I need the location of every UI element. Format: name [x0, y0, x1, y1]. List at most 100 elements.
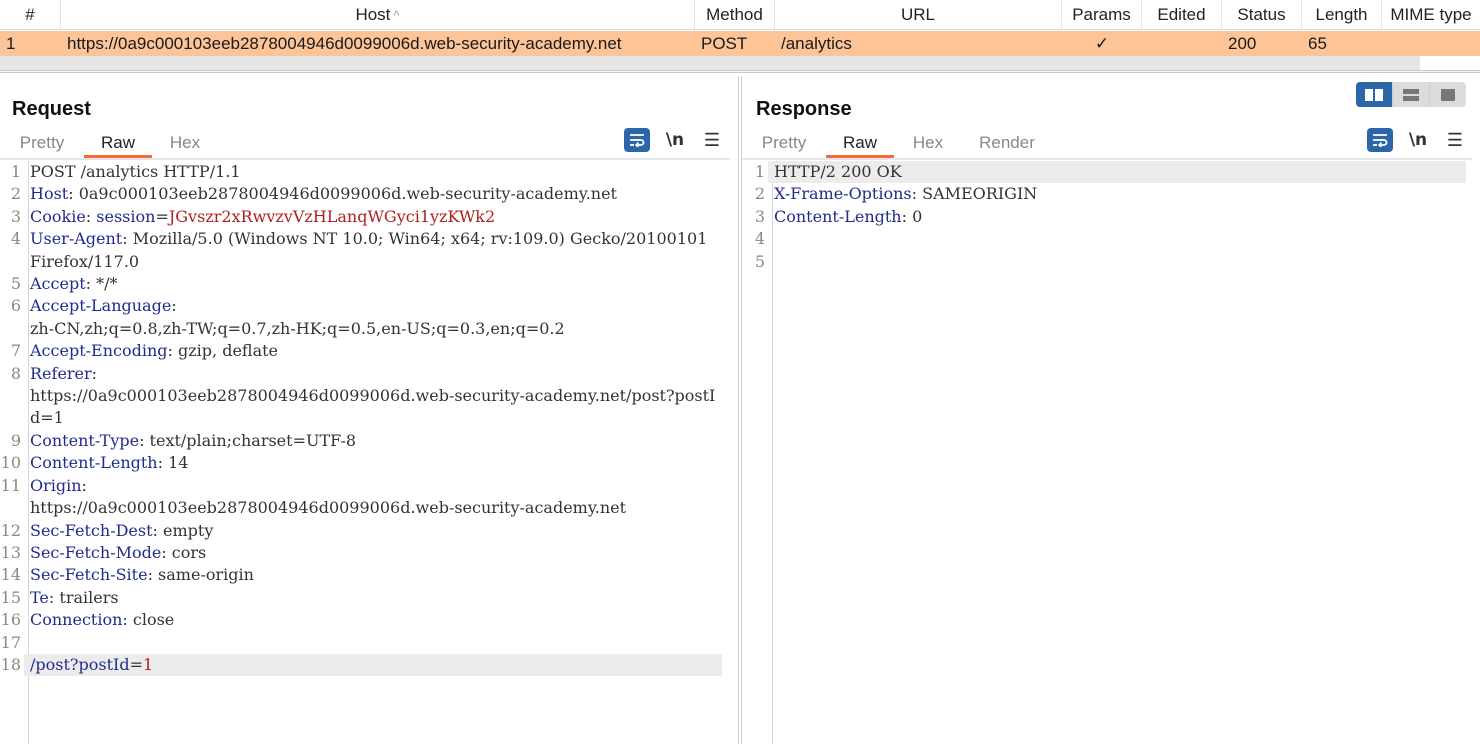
hamburger-menu-icon[interactable]: ☰ [1443, 130, 1467, 151]
line-number: 2 [10, 184, 21, 204]
split-pane-divider[interactable] [0, 70, 1480, 73]
code-line[interactable]: 3 Content-Length: 0 [742, 206, 1472, 228]
tab-hex[interactable]: Hex [152, 130, 218, 158]
header-name: Cookie [30, 206, 86, 226]
line-number: 7 [10, 341, 21, 361]
column-header-url[interactable]: URL [775, 0, 1062, 30]
header-value: : 0 [901, 206, 923, 226]
header-value: : empty [152, 520, 214, 540]
column-header-method[interactable]: Method [695, 0, 775, 30]
horizontal-scrollbar[interactable] [0, 56, 1420, 70]
header-name: X-Frame-Options [774, 184, 912, 204]
header-value: : same-origin [147, 565, 254, 585]
response-editor-tools: \n ☰ [1367, 128, 1467, 152]
code-line[interactable]: 13 Sec-Fetch-Mode: cors [0, 542, 730, 564]
code-line[interactable]: 12 Sec-Fetch-Dest: empty [0, 520, 730, 542]
header-name: Sec-Fetch-Site [30, 565, 148, 585]
http-history-table: # Host ^ Method URL Params Edited Status … [0, 0, 1480, 73]
code-line[interactable]: 4 User-Agent: Mozilla/5.0 (Windows NT 10.… [0, 228, 730, 273]
cell-host: https://0a9c000103eeb2878004946d0099006d… [67, 34, 622, 53]
line-number: 9 [10, 430, 21, 450]
word-wrap-button[interactable] [1367, 128, 1393, 152]
response-title: Response [756, 98, 852, 120]
code-line[interactable]: 6 Accept-Language: zh-CN,zh;q=0.8,zh-TW;q… [0, 295, 730, 340]
line-content: /post?postId=1 [24, 653, 722, 677]
code-line[interactable]: 14 Sec-Fetch-Site: same-origin [0, 564, 730, 586]
tab-raw[interactable]: Raw [84, 130, 152, 158]
line-content: Referer: https://0a9c000103eeb2878004946… [24, 363, 722, 430]
header-name: Te [30, 587, 49, 607]
header-value: JGvszr2xRwvzvVzHLanqWGyci1yzKWk2 [168, 206, 496, 226]
line-number: 2 [754, 184, 765, 204]
code-line[interactable]: 1 HTTP/2 200 OK [742, 161, 1472, 184]
code-line[interactable]: 8 Referer: https://0a9c000103eeb287800494… [0, 363, 730, 430]
code-line[interactable]: 16 Connection: close [0, 609, 730, 631]
code-line[interactable]: 4 [742, 228, 1472, 250]
line-content: Sec-Fetch-Dest: empty [24, 520, 722, 542]
cell-url: /analytics [781, 34, 852, 53]
code-line[interactable]: 7 Accept-Encoding: gzip, deflate [0, 340, 730, 362]
header-name: Content-Type [30, 430, 140, 450]
code-line[interactable]: 18/post?postId=1 [0, 653, 730, 677]
line-number: 11 [0, 475, 21, 495]
code-line[interactable]: 1 POST /analytics HTTP/1.1 [0, 161, 730, 183]
column-header-number[interactable]: # [0, 0, 61, 30]
show-newlines-button[interactable]: \n [650, 130, 700, 150]
code-line[interactable]: 15 Te: trailers [0, 587, 730, 609]
column-header-mime-type[interactable]: MIME type [1382, 0, 1480, 30]
column-header-length[interactable]: Length [1302, 0, 1382, 30]
hamburger-menu-icon[interactable]: ☰ [700, 130, 724, 151]
line-content: HTTP/2 200 OK [768, 161, 1466, 184]
line-content: X-Frame-Options: SAMEORIGIN [768, 183, 1466, 205]
layout-stacked-button[interactable] [1393, 82, 1430, 107]
header-value: : https://0a9c000103eeb2878004946d009900… [30, 363, 716, 428]
code-line[interactable]: 11 Origin: https://0a9c000103eeb287800494… [0, 475, 730, 520]
layout-side-by-side-button[interactable] [1356, 82, 1393, 107]
line-content: Host: 0a9c000103eeb2878004946d0099006d.w… [24, 183, 722, 205]
request-title: Request [12, 98, 91, 120]
header-value: : gzip, deflate [167, 341, 279, 361]
code-line[interactable]: 17 [0, 632, 730, 654]
column-header-status[interactable]: Status [1222, 0, 1302, 30]
code-line[interactable]: 3 Cookie: session=JGvszr2xRwvzvVzHLanqWGy… [0, 206, 730, 228]
header-value: HTTP/2 200 OK [774, 162, 902, 181]
line-content: POST /analytics HTTP/1.1 [24, 161, 722, 183]
line-number: 14 [0, 565, 21, 585]
response-editor[interactable]: 1 HTTP/2 200 OK 2 X-Frame-Options: SAMEORIG… [742, 161, 1472, 744]
header-name: Accept-Encoding [30, 341, 168, 361]
line-content: Content-Type: text/plain;charset=UTF-8 [24, 430, 722, 452]
line-number: 1 [10, 162, 21, 181]
line-number: 8 [10, 363, 21, 383]
line-content: Origin: https://0a9c000103eeb2878004946d… [24, 475, 722, 520]
column-header-edited[interactable]: Edited [1142, 0, 1222, 30]
layout-single-button[interactable] [1430, 82, 1466, 107]
code-line[interactable]: 2 X-Frame-Options: SAMEORIGIN [742, 183, 1472, 205]
request-panel: Request Pretty Raw Hex \n ☰ 1 POST /analy… [0, 76, 738, 744]
tab-render[interactable]: Render [962, 130, 1052, 158]
line-content: Sec-Fetch-Mode: cors [24, 542, 722, 564]
show-newlines-button[interactable]: \n [1393, 130, 1443, 150]
header-value: : Mozilla/5.0 (Windows NT 10.0; Win64; x… [30, 229, 713, 271]
column-label: Edited [1157, 5, 1206, 24]
column-header-host[interactable]: Host ^ [61, 0, 695, 30]
column-label: MIME type [1390, 5, 1472, 24]
request-editor[interactable]: 1 POST /analytics HTTP/1.1 2 Host: 0a9c0001… [0, 161, 730, 744]
cell-number: 1 [6, 34, 16, 53]
line-content: User-Agent: Mozilla/5.0 (Windows NT 10.0… [24, 228, 722, 273]
tab-raw[interactable]: Raw [826, 130, 894, 158]
code-line[interactable]: 5 [742, 251, 1472, 273]
tab-pretty[interactable]: Pretty [742, 130, 826, 158]
line-number: 18 [0, 654, 21, 674]
code-line[interactable]: 9 Content-Type: text/plain;charset=UTF-8 [0, 430, 730, 452]
tab-pretty[interactable]: Pretty [0, 130, 84, 158]
table-row[interactable]: 1 https://0a9c000103eeb2878004946d009900… [0, 31, 1480, 56]
line-number: 4 [754, 229, 765, 249]
code-line[interactable]: 2 Host: 0a9c000103eeb2878004946d0099006d.… [0, 183, 730, 205]
tab-hex[interactable]: Hex [894, 130, 962, 158]
code-line[interactable]: 5 Accept: */* [0, 273, 730, 295]
line-number: 17 [0, 632, 21, 652]
scrollbar-corner [1420, 56, 1480, 70]
column-header-params[interactable]: Params [1062, 0, 1142, 30]
code-line[interactable]: 10 Content-Length: 14 [0, 452, 730, 474]
word-wrap-button[interactable] [624, 128, 650, 152]
